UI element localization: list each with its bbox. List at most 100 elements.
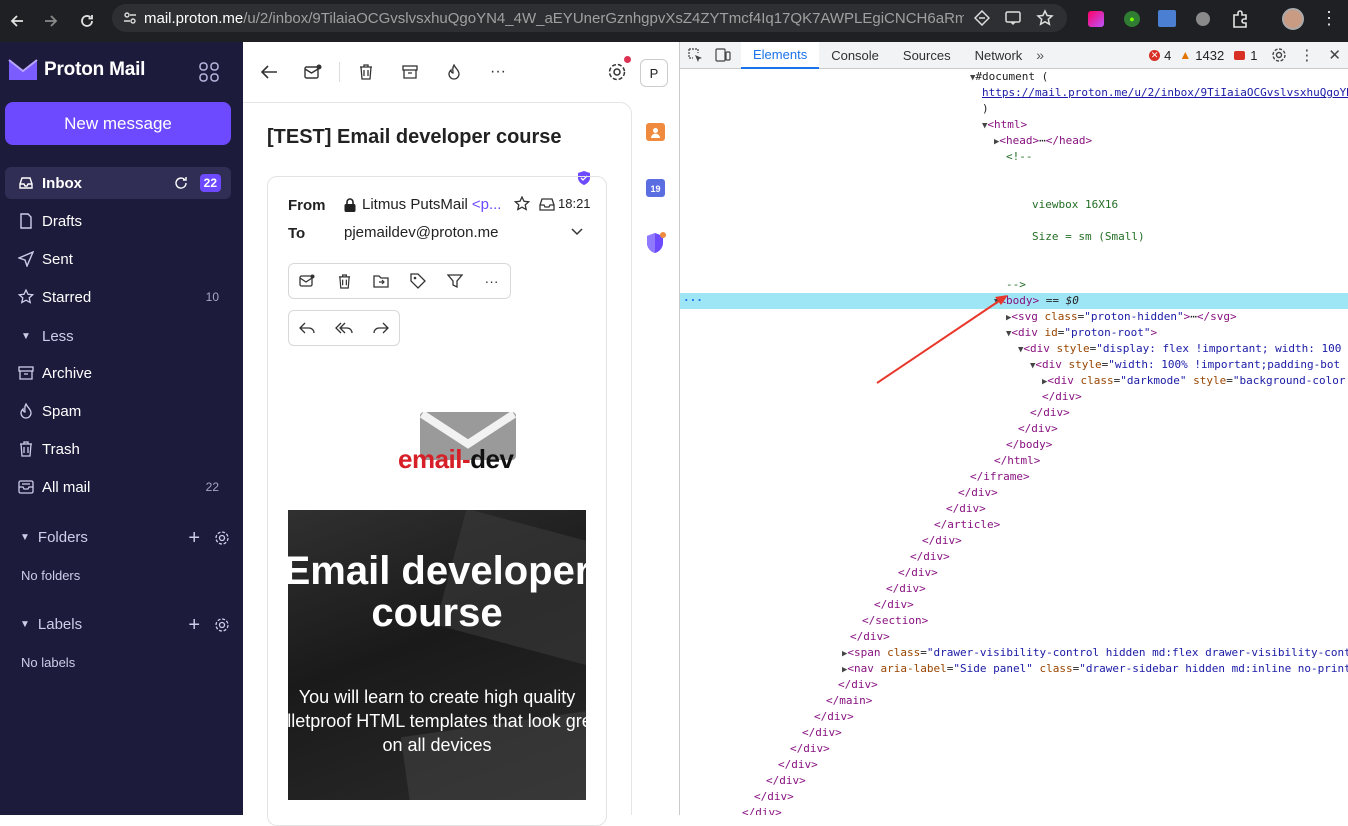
notification-dot [624, 56, 631, 63]
sidebar-item-label: Drafts [42, 212, 83, 230]
mark-unread-icon[interactable] [289, 264, 326, 298]
account-avatar[interactable]: P [640, 59, 668, 87]
sidebar-item-archive[interactable]: Archive [5, 357, 231, 389]
draft-icon [18, 213, 34, 229]
site-settings-icon[interactable] [122, 10, 138, 26]
browser-toolbar: mail.proton.me/u/2/inbox/9TilaiaOCGvslvs… [0, 0, 1348, 42]
devtools-panel: Elements Console Sources Network » ✕ 4 ▲… [679, 42, 1348, 815]
sidebar-toggle-less[interactable]: ▼ Less [5, 320, 231, 352]
flame-icon [18, 403, 34, 419]
forward-icon[interactable] [34, 4, 68, 38]
sidebar-item-label: Sent [42, 250, 73, 268]
contacts-icon[interactable] [646, 123, 665, 141]
to-label: To [288, 225, 306, 242]
proton-logo-icon [8, 59, 38, 80]
archive-icon [18, 365, 34, 381]
sidebar-item-label: All mail [42, 478, 91, 496]
reply-icon[interactable] [289, 311, 326, 345]
sidebar-item-trash[interactable]: Trash [5, 433, 231, 465]
sidebar-item-starred[interactable]: Starred 10 [5, 281, 231, 313]
sidebar-item-sent[interactable]: Sent [5, 243, 231, 275]
sender-name: Litmus PutsMail [362, 196, 468, 213]
back-icon[interactable] [0, 4, 34, 38]
install-app-icon[interactable] [974, 10, 990, 26]
sidebar-item-drafts[interactable]: Drafts [5, 205, 231, 237]
caret-down-icon: ▼ [20, 619, 30, 630]
mark-unread-icon[interactable] [301, 60, 325, 84]
message-card: From Litmus PutsMail <p... 18:21 To pjem… [267, 176, 607, 826]
settings-gear-icon[interactable] [605, 56, 631, 84]
annotation-arrow [876, 295, 1008, 384]
apps-grid-icon[interactable] [199, 62, 219, 82]
inbox-icon [18, 175, 34, 191]
new-message-button[interactable]: New message [5, 102, 231, 145]
profile-avatar[interactable] [1282, 8, 1304, 30]
spam-flame-icon[interactable] [442, 60, 466, 84]
caret-down-icon: ▼ [21, 330, 31, 342]
chevron-down-icon[interactable] [571, 228, 583, 236]
more-options-icon[interactable]: ··· [473, 264, 510, 298]
extension-image-icon[interactable] [1158, 10, 1176, 27]
item-count: 22 [205, 480, 219, 494]
folders-section-header[interactable]: ▼ Folders + [20, 528, 230, 548]
add-folder-icon[interactable]: + [188, 528, 200, 548]
cast-icon[interactable] [1004, 10, 1022, 26]
sidebar-item-label: Less [42, 327, 74, 345]
reply-action-group [288, 310, 400, 346]
more-options-icon[interactable]: ··· [486, 60, 510, 84]
sidebar-item-label: Inbox [42, 174, 82, 192]
message-toolbar: ··· P [243, 42, 679, 102]
no-folders-text: No folders [21, 568, 81, 583]
vpn-shield-icon[interactable] [646, 232, 666, 254]
sidebar-item-all-mail[interactable]: All mail 22 [5, 471, 231, 503]
sidebar: Proton Mail New message Inbox 22 Drafts … [0, 42, 243, 815]
extension-gradient-icon[interactable] [1088, 11, 1104, 27]
filter-icon[interactable] [436, 264, 473, 298]
extension-green-icon[interactable]: ● [1124, 11, 1140, 27]
reload-icon[interactable] [70, 4, 104, 38]
trash-icon[interactable] [354, 60, 378, 84]
extensions-puzzle-icon[interactable] [1230, 9, 1250, 29]
move-to-folder-icon[interactable] [363, 264, 400, 298]
forward-icon[interactable] [362, 311, 399, 345]
sidebar-item-inbox[interactable]: Inbox 22 [5, 167, 231, 199]
sender-email: <p... [471, 196, 502, 213]
bookmark-star-icon[interactable] [1036, 9, 1054, 27]
label-settings-gear-icon[interactable] [214, 617, 230, 633]
sidebar-item-label: Trash [42, 440, 80, 458]
archive-icon[interactable] [398, 60, 422, 84]
trash-icon [18, 441, 34, 457]
trash-icon[interactable] [326, 264, 363, 298]
add-label-icon[interactable]: + [188, 615, 200, 635]
sidebar-item-label: Starred [42, 288, 92, 306]
received-time: 18:21 [558, 196, 591, 211]
sidebar-item-label: Spam [42, 402, 82, 420]
sender[interactable]: Litmus PutsMail <p... [344, 196, 501, 213]
extension-gray-icon[interactable] [1196, 12, 1210, 26]
brand[interactable]: Proton Mail [8, 58, 145, 82]
folder-settings-gear-icon[interactable] [214, 530, 230, 546]
sidebar-item-label: Archive [42, 364, 93, 382]
labels-section-header[interactable]: ▼ Labels + [20, 615, 230, 635]
sidebar-item-spam[interactable]: Spam [5, 395, 231, 427]
star-message-icon[interactable] [514, 196, 530, 212]
label-tag-icon[interactable] [399, 264, 436, 298]
item-count: 10 [205, 290, 219, 304]
message-action-group: ··· [288, 263, 511, 299]
inbox-location-icon [539, 197, 555, 211]
reply-all-icon[interactable] [326, 311, 363, 345]
browser-menu-icon[interactable]: ⋮ [1320, 9, 1338, 27]
lock-icon [344, 197, 356, 212]
from-label: From [288, 197, 326, 214]
back-arrow-icon[interactable] [257, 60, 281, 84]
refresh-icon[interactable] [174, 176, 188, 190]
recipient[interactable]: pjemaildev@proton.me [344, 224, 498, 241]
address-bar[interactable]: mail.proton.me/u/2/inbox/9TilaiaOCGvslvs… [112, 4, 1067, 32]
caret-down-icon: ▼ [20, 532, 30, 543]
hero-subtitle: You will learn to create high quality bu… [288, 687, 586, 755]
no-labels-text: No labels [21, 655, 76, 670]
folders-title: Folders [37, 529, 88, 546]
unread-badge: 22 [199, 174, 221, 192]
calendar-icon[interactable]: 19 [646, 179, 665, 197]
message-view: ··· P [TEST] Email developer course From… [243, 42, 679, 826]
